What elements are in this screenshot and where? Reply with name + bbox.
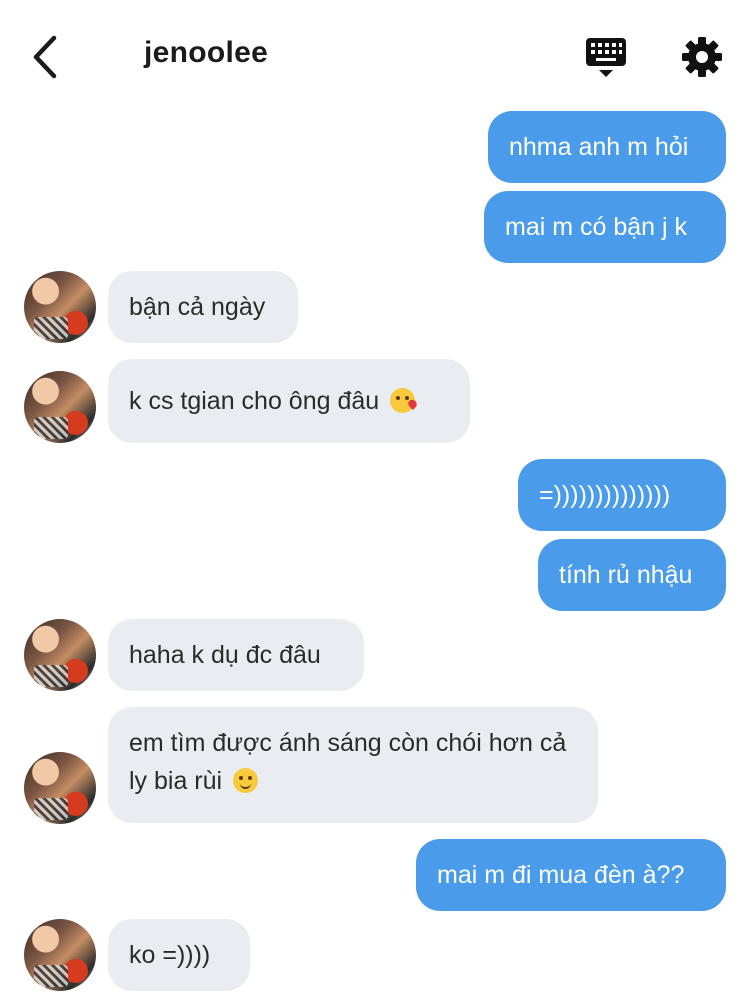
avatar[interactable] [24,271,96,343]
chevron-left-icon [33,35,57,79]
message-text: em tìm được ánh sáng còn chói hơn cả ly … [129,729,567,795]
sent-message[interactable]: =)))))))))))))) [518,459,726,531]
received-message[interactable]: k cs tgian cho ông đâu [108,359,470,443]
avatar[interactable] [24,619,96,691]
message-text: tính rủ nhậu [559,561,693,589]
sent-message[interactable]: nhma anh m hỏi [488,111,726,183]
chat-header: jenoolee [0,0,750,110]
gear-icon [682,37,722,77]
message-text: ko =)))) [129,941,211,969]
sent-message[interactable]: mai m đi mua đèn à?? [416,839,726,911]
smiling-face-emoji [233,768,259,793]
message-text: nhma anh m hỏi [509,133,689,161]
conversation-title[interactable]: jenoolee [144,36,268,70]
back-button[interactable] [26,34,66,80]
message-text: =)))))))))))))) [539,481,671,509]
received-message[interactable]: haha k dụ đc đâu [108,619,364,691]
message-text: bận cả ngày [129,293,266,321]
keyboard-button[interactable] [584,36,628,80]
message-text: haha k dụ đc đâu [129,641,321,669]
keyboard-icon [586,38,626,77]
settings-button[interactable] [680,35,724,79]
kissing-face-emoji [390,388,416,413]
sent-message[interactable]: tính rủ nhậu [538,539,726,611]
avatar[interactable] [24,371,96,443]
avatar[interactable] [24,752,96,824]
received-message[interactable]: ko =)))) [108,919,250,991]
message-text: mai m đi mua đèn à?? [437,861,685,889]
message-text: k cs tgian cho ông đâu [129,387,380,415]
avatar[interactable] [24,919,96,991]
message-text: mai m có bận j k [505,213,688,241]
sent-message[interactable]: mai m có bận j k [484,191,726,263]
received-message[interactable]: em tìm được ánh sáng còn chói hơn cả ly … [108,707,598,823]
received-message[interactable]: bận cả ngày [108,271,298,343]
